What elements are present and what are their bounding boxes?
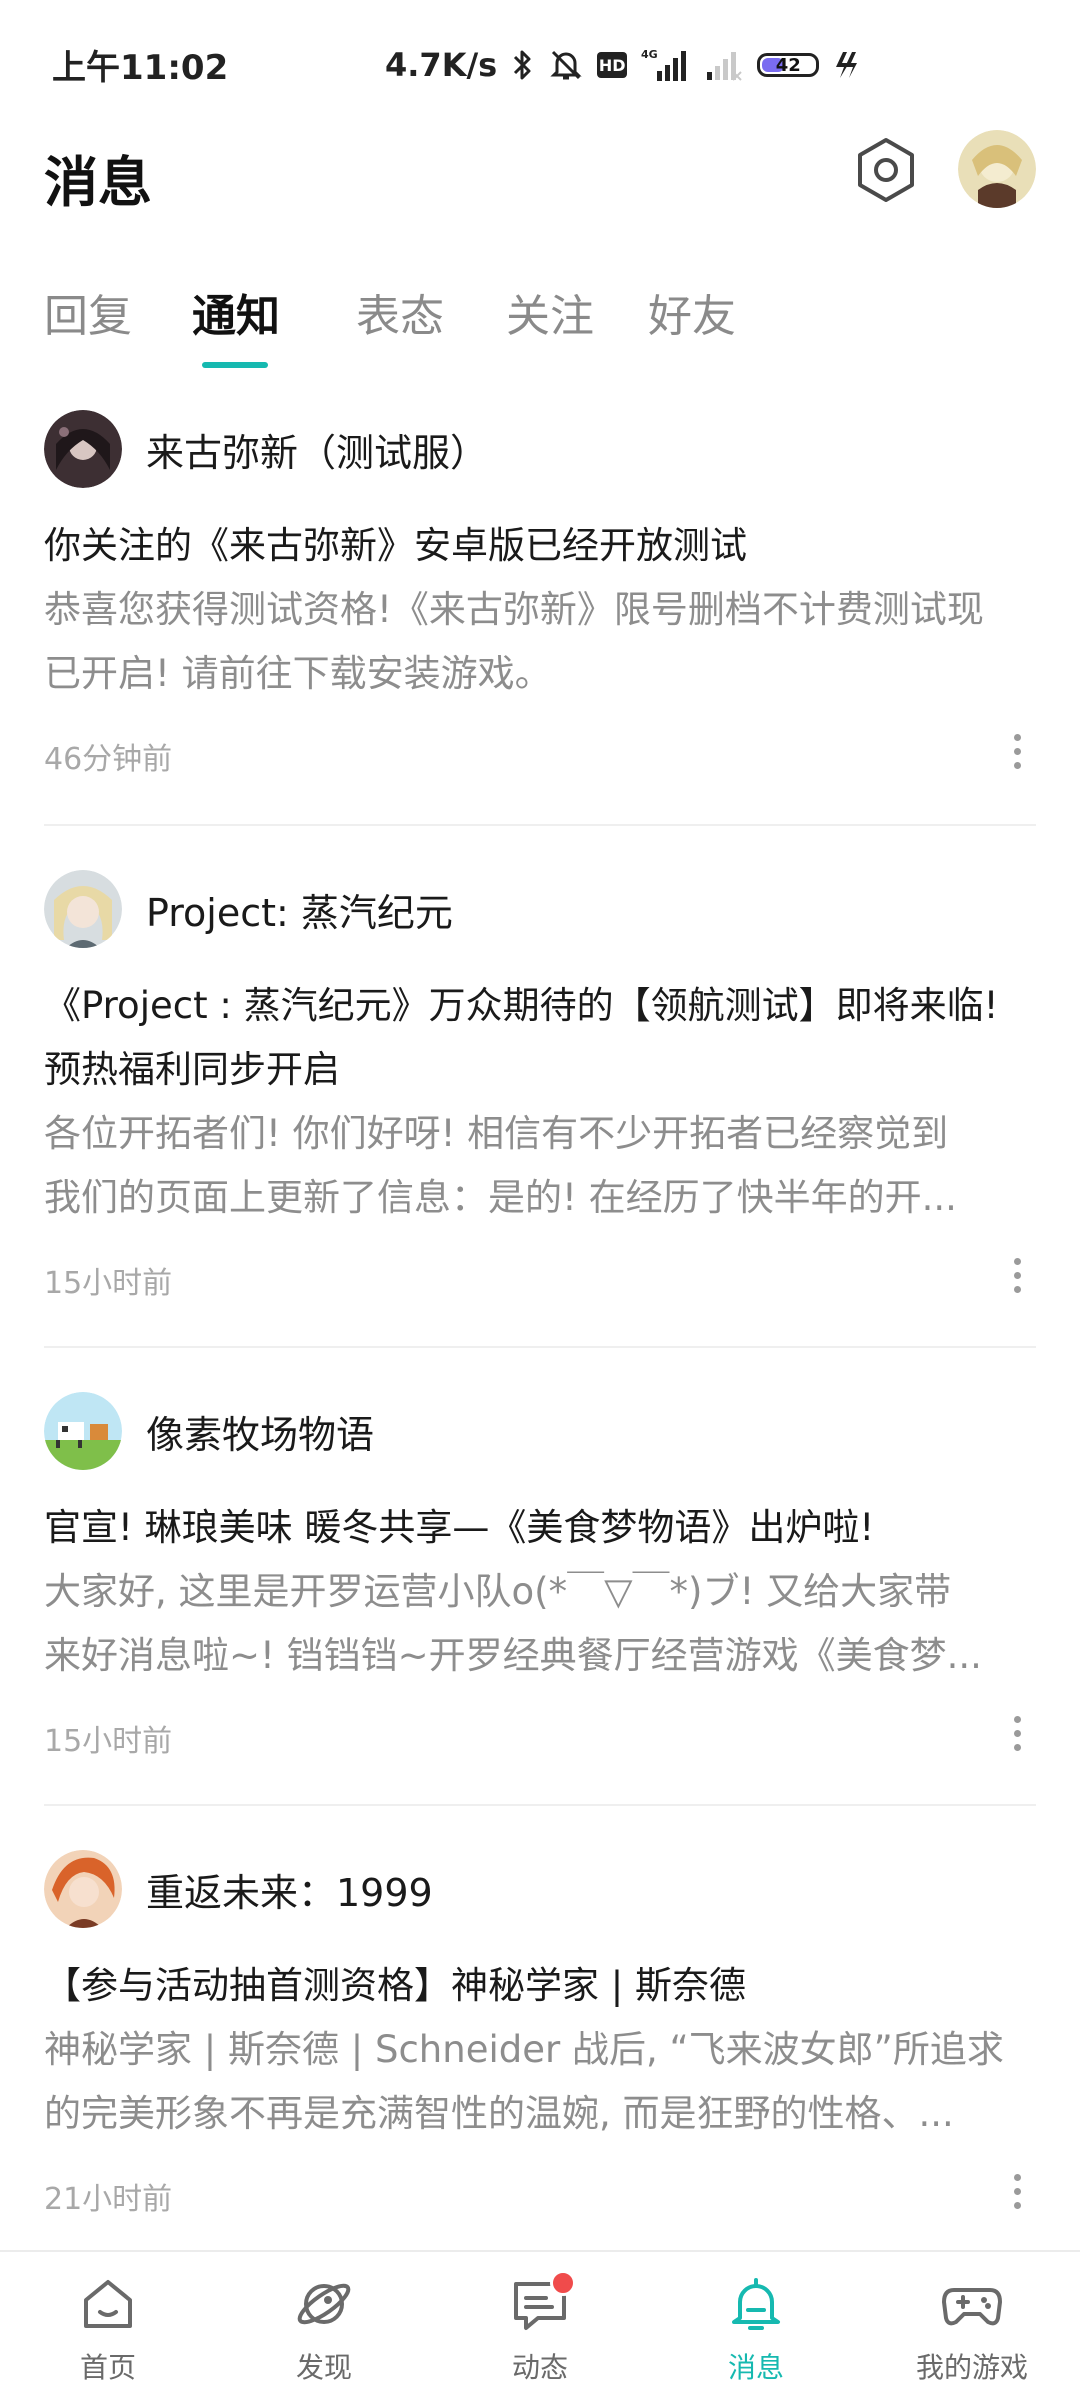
mute-bell-icon bbox=[549, 48, 583, 82]
active-tab-indicator bbox=[202, 362, 268, 368]
notification-item[interactable]: Project: 蒸汽纪元 《Project : 蒸汽纪元》万众期待的【领航测试… bbox=[44, 826, 1036, 1348]
more-options-icon[interactable] bbox=[1006, 1714, 1026, 1754]
more-options-icon[interactable] bbox=[1006, 1256, 1026, 1296]
notification-title: 官宣! 琳琅美味 暖冬共享—《美食梦物语》出炉啦! bbox=[44, 1506, 875, 1549]
page-title: 消息 bbox=[44, 151, 152, 214]
tab-notifications[interactable]: 通知 bbox=[192, 280, 280, 344]
chat-icon bbox=[508, 2270, 576, 2336]
notification-body: 恭喜您获得测试资格!《来古弥新》限号删档不计费测试现 已开启! 请前往下载安装游… bbox=[44, 588, 984, 695]
nav-messages[interactable]: 消息 bbox=[648, 2272, 864, 2386]
notification-body: 神秘学家 | 斯奈德 | Schneider 战后, “飞来波女郎”所追求 的完… bbox=[44, 2028, 1004, 2135]
more-options-icon[interactable] bbox=[1006, 732, 1026, 772]
source-avatar[interactable] bbox=[44, 410, 122, 488]
notification-list: 来古弥新（测试服） 你关注的《来古弥新》安卓版已经开放测试 恭喜您获得测试资格!… bbox=[44, 400, 1036, 2254]
source-name[interactable]: Project: 蒸汽纪元 bbox=[146, 882, 453, 937]
battery-icon: 42 bbox=[757, 53, 820, 77]
nav-my-games[interactable]: 我的游戏 bbox=[864, 2272, 1080, 2386]
settings-hexagon-icon[interactable] bbox=[852, 136, 920, 204]
notification-time: 15小时前 bbox=[44, 1724, 173, 1759]
source-name[interactable]: 重返未来：1999 bbox=[146, 1862, 433, 1917]
signal-weak-icon bbox=[703, 48, 743, 82]
status-time: 上午11:02 bbox=[52, 48, 229, 88]
notification-item[interactable]: 来古弥新（测试服） 你关注的《来古弥新》安卓版已经开放测试 恭喜您获得测试资格!… bbox=[44, 400, 1036, 826]
more-options-icon[interactable] bbox=[1006, 2172, 1026, 2212]
notification-item[interactable]: 重返未来：1999 【参与活动抽首测资格】神秘学家 | 斯奈德 神秘学家 | 斯… bbox=[44, 1806, 1036, 2254]
bluetooth-icon bbox=[511, 48, 535, 82]
status-bar: 上午11:02 4.7K/s HD 4G 42 bbox=[0, 0, 1080, 120]
notification-title: 【参与活动抽首测资格】神秘学家 | 斯奈德 bbox=[44, 1964, 746, 2007]
signal-4g-icon: 4G bbox=[641, 47, 689, 83]
source-name[interactable]: 来古弥新（测试服） bbox=[146, 422, 488, 477]
notification-time: 15小时前 bbox=[44, 1266, 173, 1301]
source-name[interactable]: 像素牧场物语 bbox=[146, 1404, 374, 1459]
notification-time: 46分钟前 bbox=[44, 742, 173, 777]
gamepad-icon bbox=[940, 2272, 1004, 2336]
notification-time: 21小时前 bbox=[44, 2182, 173, 2217]
bell-icon bbox=[724, 2272, 788, 2336]
nav-home[interactable]: 首页 bbox=[0, 2272, 216, 2386]
source-avatar[interactable] bbox=[44, 1850, 122, 1928]
net-speed: 4.7K/s bbox=[385, 46, 498, 84]
tab-follows[interactable]: 关注 bbox=[506, 280, 594, 344]
tab-friends[interactable]: 好友 bbox=[648, 280, 736, 344]
tab-reactions[interactable]: 表态 bbox=[356, 280, 444, 344]
tab-reply[interactable]: 回复 bbox=[44, 280, 132, 344]
unread-badge bbox=[550, 2270, 576, 2296]
nav-activity[interactable]: 动态 bbox=[432, 2270, 648, 2386]
nav-discover[interactable]: 发现 bbox=[216, 2272, 432, 2386]
charging-icon bbox=[833, 50, 859, 80]
source-avatar[interactable] bbox=[44, 870, 122, 948]
notification-title: 《Project : 蒸汽纪元》万众期待的【领航测试】即将来临! 预热福利同步开… bbox=[44, 984, 999, 1091]
bottom-nav: 首页 发现 动态 消息 我的游戏 bbox=[0, 2250, 1080, 2402]
notification-item[interactable]: 像素牧场物语 官宣! 琳琅美味 暖冬共享—《美食梦物语》出炉啦! 大家好, 这里… bbox=[44, 1348, 1036, 1806]
notification-body: 大家好, 这里是开罗运营小队o(*￣▽￣*)ブ! 又给大家带 来好消息啦~! 铛… bbox=[44, 1570, 982, 1677]
svg-text:4G: 4G bbox=[641, 48, 658, 61]
discover-planet-icon bbox=[292, 2272, 356, 2336]
hd-icon: HD bbox=[597, 52, 628, 78]
notification-body: 各位开拓者们! 你们好呀! 相信有不少开拓者已经察觉到 我们的页面上更新了信息：… bbox=[44, 1112, 957, 1219]
status-icons: 4.7K/s HD 4G 42 bbox=[385, 40, 859, 90]
user-avatar[interactable] bbox=[958, 130, 1036, 208]
home-icon bbox=[76, 2272, 140, 2336]
notification-title: 你关注的《来古弥新》安卓版已经开放测试 bbox=[44, 524, 747, 567]
source-avatar[interactable] bbox=[44, 1392, 122, 1470]
